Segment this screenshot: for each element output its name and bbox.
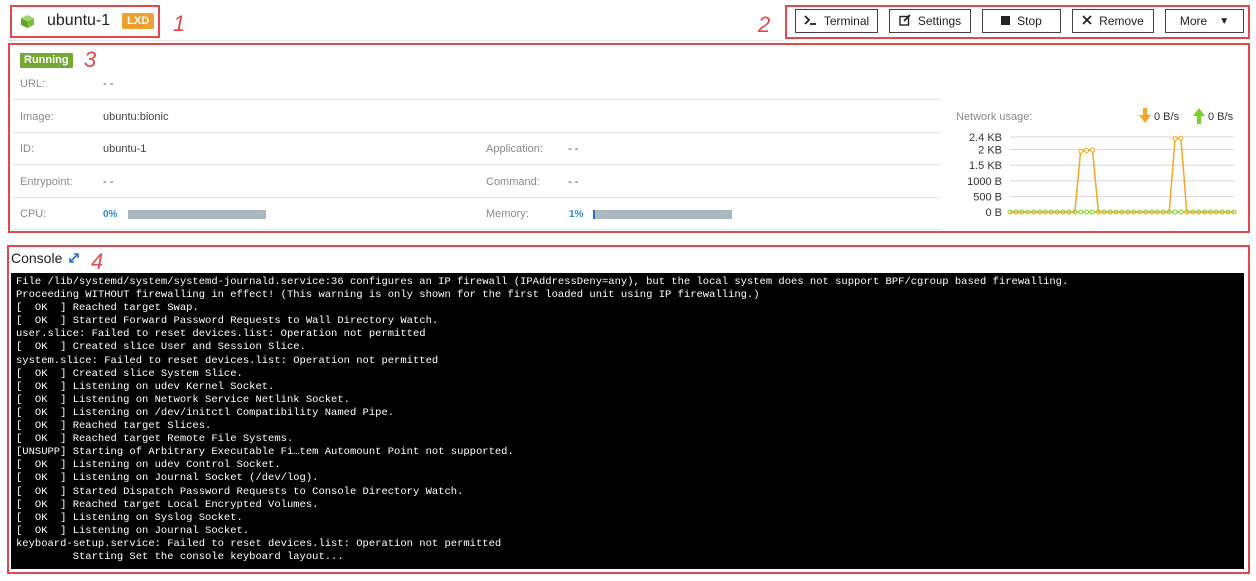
caret-down-icon: ▼ bbox=[1219, 15, 1230, 27]
cpu-label: CPU: bbox=[20, 208, 47, 220]
remove-button[interactable]: Remove bbox=[1072, 9, 1154, 33]
image-value: ubuntu:bionic bbox=[103, 111, 169, 123]
annotation-number-1: 1 bbox=[173, 11, 186, 36]
stop-button-label: Stop bbox=[1017, 14, 1042, 28]
url-label: URL: bbox=[20, 78, 46, 90]
annotation-number-3: 3 bbox=[84, 47, 97, 72]
command-value: - - bbox=[568, 176, 579, 188]
console-line: [ OK ] Listening on Network Service Netl… bbox=[16, 393, 350, 406]
edit-icon bbox=[899, 13, 911, 29]
chart-series-download-point bbox=[1078, 148, 1084, 154]
console-terminal[interactable]: File /lib/systemd/system/systemd-journal… bbox=[11, 273, 1244, 569]
chart-y-tick-label: 1.5 KB bbox=[969, 160, 1002, 172]
console-line: [ OK ] Created slice User and Session Sl… bbox=[16, 341, 306, 354]
command-label: Command: bbox=[486, 176, 540, 188]
console-line: [ OK ] Reached target Slices. bbox=[16, 420, 212, 433]
header-divider bbox=[8, 40, 784, 41]
entrypoint-value: - - bbox=[103, 176, 114, 188]
chart-series-upload-point bbox=[1084, 209, 1090, 215]
annotation-number-2: 2 bbox=[758, 12, 771, 37]
chart-series-upload-point bbox=[1090, 209, 1096, 215]
terminal-button-label: Terminal bbox=[823, 14, 870, 28]
console-line: File /lib/systemd/system/systemd-journal… bbox=[16, 276, 1069, 288]
chart-y-tick-label: 500 B bbox=[973, 191, 1002, 203]
console-line: [ OK ] Listening on /dev/initctl Compati… bbox=[16, 406, 395, 419]
settings-button[interactable]: Settings bbox=[889, 9, 971, 33]
application-value: - - bbox=[568, 143, 579, 155]
download-arrow-icon bbox=[1139, 108, 1151, 123]
console-line: [ OK ] Listening on udev Kernel Socket. bbox=[16, 380, 275, 393]
console-line: [ OK ] Started Forward Password Requests… bbox=[16, 315, 439, 328]
chart-y-tick-label: 2.4 KB bbox=[969, 132, 1002, 144]
remove-button-label: Remove bbox=[1099, 14, 1144, 28]
lxd-badge: LXD bbox=[122, 13, 155, 29]
stop-button[interactable]: Stop bbox=[982, 9, 1061, 33]
expand-icon[interactable] bbox=[68, 252, 80, 264]
console-line: [ OK ] Reached target Local Encrypted Vo… bbox=[16, 498, 319, 511]
chart-series-upload-point bbox=[1078, 209, 1084, 215]
chart-y-tick-label: 0 B bbox=[985, 207, 1002, 219]
chart-series-upload-point bbox=[1178, 209, 1184, 215]
console-line: [ OK ] Reached target Swap. bbox=[16, 302, 199, 315]
annotation-number-4: 4 bbox=[91, 249, 104, 274]
console-line: keyboard-setup.service: Failed to reset … bbox=[16, 537, 502, 550]
cpu-percent: 0% bbox=[103, 209, 118, 220]
row-divider bbox=[12, 132, 940, 133]
console-line: [ OK ] Started Dispatch Password Request… bbox=[16, 485, 464, 498]
console-title-text: Console bbox=[11, 250, 63, 266]
row-divider bbox=[12, 164, 940, 165]
network-usage-chart: 2.4 KB2 KB 1.5 KB 1000 B 500 B 0 B bbox=[967, 132, 1237, 219]
stop-icon bbox=[1001, 14, 1011, 28]
terminal-button[interactable]: Terminal bbox=[795, 9, 878, 33]
console-line: [UNSUPP] Starting of Arbitrary Executabl… bbox=[16, 446, 514, 459]
chart-y-tick-label: 2 KB bbox=[978, 145, 1002, 157]
console-line: [ OK ] Created slice System Slice. bbox=[16, 367, 243, 380]
container-cube-icon bbox=[20, 14, 35, 28]
memory-usage-bar bbox=[593, 210, 732, 219]
id-value: ubuntu-1 bbox=[103, 143, 147, 155]
chart-series-download-point bbox=[1172, 136, 1178, 142]
console-line: Proceeding WITHOUT firewalling in effect… bbox=[16, 289, 760, 302]
status-badge: Running bbox=[20, 53, 73, 68]
image-label: Image: bbox=[20, 111, 54, 123]
chart-series-download-point bbox=[1178, 135, 1184, 141]
chart-series-upload-point bbox=[1172, 209, 1178, 215]
memory-usage-fill bbox=[593, 210, 595, 219]
download-rate: 0 B/s bbox=[1154, 111, 1180, 123]
upload-arrow-icon bbox=[1193, 108, 1205, 124]
chart-y-tick-label: 1000 B bbox=[967, 176, 1002, 188]
console-line: [ OK ] Listening on Syslog Socket. bbox=[16, 511, 243, 524]
console-line: [ OK ] Reached target Remote File System… bbox=[16, 433, 294, 446]
close-icon bbox=[1082, 14, 1092, 28]
settings-button-label: Settings bbox=[917, 14, 962, 28]
container-title: ubuntu-1 LXD bbox=[20, 10, 155, 32]
console-line: Starting Set the console keyboard layout… bbox=[16, 550, 344, 563]
console-line: [ OK ] Listening on Journal Socket (/dev… bbox=[16, 472, 319, 485]
application-label: Application: bbox=[486, 143, 543, 155]
cpu-usage-bar bbox=[128, 210, 266, 219]
row-divider bbox=[12, 99, 940, 100]
console-line: [ OK ] Listening on Journal Socket. bbox=[16, 524, 250, 537]
chart-series-download-point bbox=[1084, 147, 1090, 153]
terminal-icon bbox=[804, 14, 817, 28]
row-divider bbox=[12, 197, 940, 198]
id-label: ID: bbox=[20, 143, 35, 155]
more-button-label: More bbox=[1179, 14, 1208, 28]
console-title: Console bbox=[11, 250, 80, 266]
memory-percent: 1% bbox=[569, 209, 584, 220]
chart-series-download-point bbox=[1090, 147, 1096, 153]
row-divider bbox=[12, 229, 940, 230]
console-line: system.slice: Failed to reset devices.li… bbox=[16, 354, 439, 367]
upload-rate: 0 B/s bbox=[1208, 111, 1234, 123]
memory-label: Memory: bbox=[486, 208, 529, 220]
entrypoint-label: Entrypoint: bbox=[20, 176, 73, 188]
console-line: [ OK ] Listening on udev Control Socket. bbox=[16, 459, 281, 472]
more-button[interactable]: More ▼ bbox=[1165, 9, 1244, 33]
console-line: user.slice: Failed to reset devices.list… bbox=[16, 328, 426, 341]
network-usage-label: Network usage: bbox=[956, 111, 1033, 123]
container-name: ubuntu-1 bbox=[47, 12, 111, 29]
url-value: - - bbox=[103, 78, 114, 90]
